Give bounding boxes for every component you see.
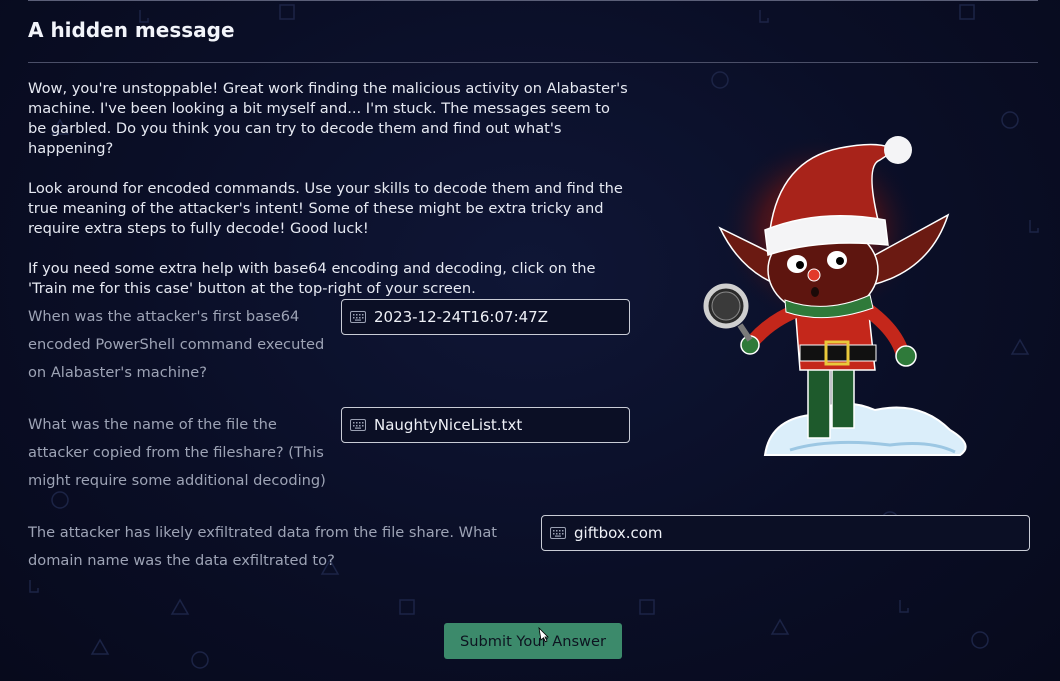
answer-field-3[interactable]: giftbox.com <box>541 515 1030 551</box>
question-label-3: The attacker has likely exfiltrated data… <box>28 524 497 569</box>
elf-illustration-icon <box>703 135 967 456</box>
question-label-2: What was the name of the file the attack… <box>28 416 326 489</box>
question-label-1: When was the attacker's first base64 enc… <box>28 308 325 381</box>
intro-paragraph: Wow, you're unstoppable! Great work find… <box>28 80 628 157</box>
top-divider <box>28 0 1038 1</box>
keyboard-icon <box>350 419 366 431</box>
keyboard-icon <box>550 527 566 539</box>
answer-value-2: NaughtyNiceList.txt <box>374 416 523 434</box>
title-divider <box>28 62 1038 63</box>
page-title: A hidden message <box>28 18 235 42</box>
pointer-cursor-icon <box>538 626 549 643</box>
description: Wow, you're unstoppable! Great work find… <box>28 79 628 319</box>
submit-answer-button[interactable]: Submit Your Answer <box>444 623 622 659</box>
answer-value-3: giftbox.com <box>574 524 663 542</box>
help-paragraph: If you need some extra help with base64 … <box>28 260 596 297</box>
answer-value-1: 2023-12-24T16:07:47Z <box>374 308 548 326</box>
keyboard-icon <box>350 311 366 323</box>
answer-field-1[interactable]: 2023-12-24T16:07:47Z <box>341 299 630 335</box>
instructions-paragraph: Look around for encoded commands. Use yo… <box>28 180 623 237</box>
answer-field-2[interactable]: NaughtyNiceList.txt <box>341 407 630 443</box>
